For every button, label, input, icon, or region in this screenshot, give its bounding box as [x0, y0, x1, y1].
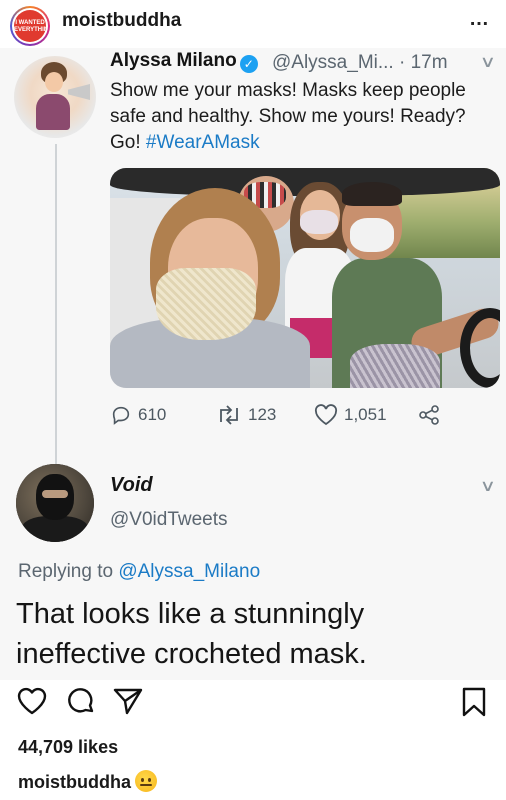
reply-count: 610: [138, 405, 167, 424]
tweet-author-name-text: Alyssa Milano: [110, 50, 237, 71]
tweet-retweet-action: 123: [216, 404, 276, 426]
comment-icon[interactable]: [66, 686, 96, 721]
bookmark-icon[interactable]: [460, 686, 488, 723]
reply-author-avatar: [16, 464, 94, 542]
tweet-share-action: [418, 404, 440, 426]
avatar-text-line-2: EVERYTHING: [14, 27, 46, 33]
retweet-count: 123: [248, 405, 277, 424]
tweet-author-avatar: [14, 56, 96, 138]
post-action-bar: [0, 686, 506, 730]
replying-mention: @Alyssa_Milano: [118, 561, 261, 582]
like-icon[interactable]: [16, 686, 48, 721]
share-icon: [419, 405, 439, 425]
avatar-text-line-1: I WANTED: [15, 20, 45, 26]
chevron-down-icon: ∨: [479, 54, 497, 71]
profile-avatar[interactable]: I WANTED EVERYTHING: [10, 6, 50, 46]
tweet-action-bar: 610 123 1,051: [110, 404, 500, 434]
tweet-reply-action: 610: [110, 404, 166, 426]
tweet-photo: [110, 168, 500, 388]
thinking-emoji: [135, 770, 157, 792]
replying-prefix: Replying to: [18, 561, 114, 582]
caption: moistbuddha: [18, 770, 157, 793]
verified-icon: ✓: [239, 55, 258, 73]
like-count: 1,051: [344, 405, 387, 424]
tweet-screenshot: Alyssa Milano ✓ @Alyssa_Mi... · 17m ∨ Sho…: [0, 48, 506, 680]
tweet-like-action: 1,051: [314, 404, 387, 426]
heart-icon: [314, 404, 338, 426]
more-icon[interactable]: …: [469, 8, 490, 31]
reply-author-name: Void: [110, 474, 153, 496]
chevron-down-icon: ∨: [479, 478, 497, 495]
reply-author-handle: @V0idTweets: [110, 509, 228, 530]
tweet-hashtag: #WearAMask: [145, 132, 260, 153]
caption-username[interactable]: moistbuddha: [18, 772, 131, 792]
post-username[interactable]: moistbuddha: [62, 10, 181, 32]
post-header: I WANTED EVERYTHING moistbuddha …: [0, 0, 506, 48]
send-icon[interactable]: [112, 686, 144, 721]
reply-text: That looks like a stunningly ineffective…: [16, 598, 367, 670]
thread-line: [55, 144, 57, 492]
tweet-handle-time: @Alyssa_Mi... · 17m: [272, 52, 448, 73]
tweet-author-name: Alyssa Milano ✓: [110, 50, 258, 73]
likes-count[interactable]: 44,709 likes: [18, 737, 118, 758]
tweet-text: Show me your masks! Masks keep people sa…: [110, 78, 500, 156]
replying-to: Replying to @Alyssa_Milano: [18, 561, 260, 583]
reply-icon: [112, 406, 130, 425]
retweet-icon: [220, 405, 238, 425]
